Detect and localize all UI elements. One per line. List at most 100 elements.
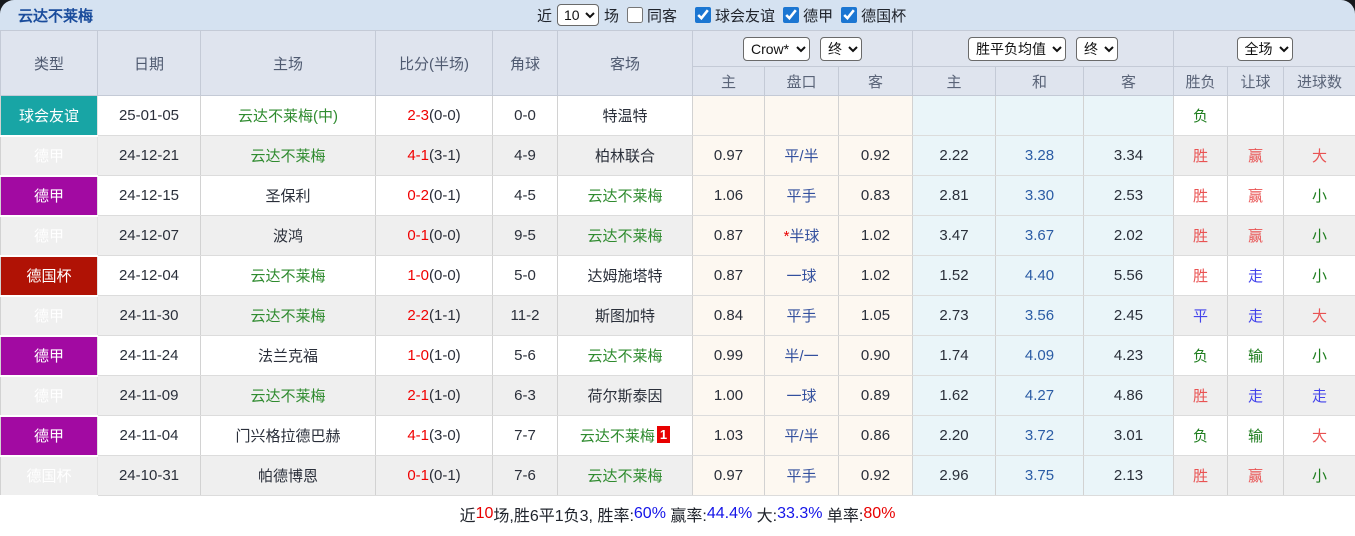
big-rate-label: 大: bbox=[752, 508, 778, 525]
home-team[interactable]: 波鸿 bbox=[200, 215, 376, 256]
goals-result-cell: 小 bbox=[1283, 175, 1355, 216]
away-team[interactable]: 云达不莱梅 bbox=[557, 335, 693, 376]
corner-cell: 4-5 bbox=[492, 175, 558, 216]
crow-home-odds: 1.03 bbox=[692, 415, 765, 456]
team-title: 云达不莱梅 bbox=[18, 7, 94, 25]
same-venue-checkbox[interactable] bbox=[627, 7, 644, 23]
bundesliga-filter-label[interactable]: 德甲 bbox=[803, 5, 833, 26]
avg-home-odds: 1.74 bbox=[912, 335, 996, 376]
odds-company-select[interactable]: Crow* bbox=[743, 36, 810, 61]
friendly-filter-checkbox[interactable] bbox=[695, 7, 712, 23]
result-cell: 负 bbox=[1173, 95, 1229, 136]
handicap-result-cell: 走 bbox=[1227, 255, 1285, 296]
home-team[interactable]: 云达不莱梅 bbox=[200, 295, 376, 336]
avg-away-odds: 4.23 bbox=[1083, 335, 1175, 376]
result-cell: 胜 bbox=[1173, 455, 1229, 496]
score-cell: 2-1(1-0) bbox=[375, 375, 493, 416]
avg-away-odds: 2.53 bbox=[1083, 175, 1175, 216]
score-cell: 0-1(0-1) bbox=[375, 455, 493, 496]
goals-result-cell: 小 bbox=[1283, 255, 1355, 296]
stats-summary: 近 10 场,胜6平1负3, 胜率: 60% 赢率: 44.4% 大: 33.3% 单率:… bbox=[0, 496, 1355, 532]
full-score: 2-3 bbox=[407, 107, 429, 124]
corner-cell: 9-5 bbox=[492, 215, 558, 256]
table-row: 德国杯 24-12-04 云达不莱梅 1-0(0-0) 5-0 达姆施塔特 0.… bbox=[0, 255, 1355, 297]
avg-draw-odds: 3.56 bbox=[995, 295, 1084, 336]
full-score: 0-2 bbox=[407, 187, 429, 204]
handicap-cell: 平/半 bbox=[764, 135, 839, 176]
home-team[interactable]: 帕德博恩 bbox=[200, 455, 376, 496]
avg-away-odds: 3.01 bbox=[1083, 415, 1175, 456]
home-team[interactable]: 门兴格拉德巴赫 bbox=[200, 415, 376, 456]
half-score: (1-0) bbox=[429, 347, 461, 364]
sub-header-result: 胜负 bbox=[1173, 66, 1229, 96]
scope-select[interactable]: 全场 bbox=[1236, 36, 1293, 61]
sub-header-avg-away: 客 bbox=[1082, 66, 1175, 96]
date-cell: 24-11-30 bbox=[97, 295, 201, 336]
half-score: (0-0) bbox=[429, 227, 461, 244]
away-team[interactable]: 云达不莱梅 bbox=[557, 215, 693, 256]
handicap-cell: 一球 bbox=[764, 255, 839, 296]
home-team[interactable]: 圣保利 bbox=[200, 175, 376, 216]
home-team[interactable]: 云达不莱梅(中) bbox=[200, 95, 376, 136]
col-header-score: 比分(半场) bbox=[375, 30, 493, 96]
german-cup-filter-label[interactable]: 德国杯 bbox=[861, 5, 906, 26]
recent-count-select[interactable]: 10 bbox=[557, 4, 600, 26]
avg-draw-odds: 4.40 bbox=[995, 255, 1084, 296]
crow-away-odds bbox=[838, 95, 913, 136]
german-cup-filter-checkbox[interactable] bbox=[841, 7, 858, 23]
score-cell: 2-2(1-1) bbox=[375, 295, 493, 336]
avg-company-select[interactable]: 胜平负均值 bbox=[968, 36, 1066, 61]
home-team[interactable]: 法兰克福 bbox=[200, 335, 376, 376]
home-team[interactable]: 云达不莱梅 bbox=[200, 375, 376, 416]
crow-home-odds: 0.99 bbox=[692, 335, 765, 376]
avg-draw-odds: 3.30 bbox=[995, 175, 1084, 216]
league-type-cell: 德甲 bbox=[0, 215, 98, 257]
avg-home-odds: 2.73 bbox=[912, 295, 996, 336]
avg-draw-odds: 3.67 bbox=[995, 215, 1084, 256]
avg-time-select[interactable]: 终 bbox=[1076, 36, 1118, 61]
date-cell: 24-11-09 bbox=[97, 375, 201, 416]
home-team[interactable]: 云达不莱梅 bbox=[200, 135, 376, 176]
crow-away-odds: 0.90 bbox=[838, 335, 913, 376]
result-cell: 胜 bbox=[1173, 255, 1229, 296]
date-cell: 24-11-24 bbox=[97, 335, 201, 376]
result-cell: 平 bbox=[1173, 295, 1229, 336]
sub-header-crow-away: 客 bbox=[838, 66, 913, 96]
away-team[interactable]: 荷尔斯泰因 bbox=[557, 375, 693, 416]
away-team[interactable]: 云达不莱梅 bbox=[557, 455, 693, 496]
league-type-cell: 德国杯 bbox=[0, 255, 98, 297]
home-team[interactable]: 云达不莱梅 bbox=[200, 255, 376, 296]
full-score: 1-0 bbox=[407, 347, 429, 364]
away-team[interactable]: 达姆施塔特 bbox=[557, 255, 693, 296]
crow-away-odds: 0.92 bbox=[838, 455, 913, 496]
summary-record: 场,胜6平1负3, bbox=[493, 508, 598, 525]
avg-away-odds: 5.56 bbox=[1083, 255, 1175, 296]
odds-time-select[interactable]: 终 bbox=[820, 36, 862, 61]
date-cell: 25-01-05 bbox=[97, 95, 201, 136]
avg-draw-odds: 3.28 bbox=[995, 135, 1084, 176]
handicap-rate-value: 44.4% bbox=[706, 505, 753, 522]
away-team[interactable]: 柏林联合 bbox=[557, 135, 693, 176]
card-badge: 1 bbox=[656, 426, 671, 443]
same-venue-label[interactable]: 同客 bbox=[647, 5, 677, 26]
avg-draw-odds: 3.72 bbox=[995, 415, 1084, 456]
league-type-cell: 德甲 bbox=[0, 135, 98, 177]
friendly-filter-label[interactable]: 球会友谊 bbox=[715, 5, 775, 26]
result-cell: 胜 bbox=[1173, 375, 1229, 416]
avg-draw-odds: 3.75 bbox=[995, 455, 1084, 496]
avg-away-odds: 2.13 bbox=[1083, 455, 1175, 496]
league-type-cell: 德甲 bbox=[0, 335, 98, 377]
away-team[interactable]: 云达不莱梅 bbox=[557, 175, 693, 216]
goals-result-cell: 小 bbox=[1283, 455, 1355, 496]
avg-away-odds: 2.45 bbox=[1083, 295, 1175, 336]
away-team[interactable]: 云达不莱梅 1 bbox=[557, 415, 693, 456]
avg-draw-odds: 4.09 bbox=[995, 335, 1084, 376]
league-type-cell: 德甲 bbox=[0, 295, 98, 337]
away-team[interactable]: 斯图加特 bbox=[557, 295, 693, 336]
handicap-result-cell: 赢 bbox=[1227, 175, 1285, 216]
avg-draw-odds: 4.27 bbox=[995, 375, 1084, 416]
full-score: 1-0 bbox=[407, 267, 429, 284]
bundesliga-filter-checkbox[interactable] bbox=[783, 7, 800, 23]
away-team[interactable]: 特温特 bbox=[557, 95, 693, 136]
avg-away-odds: 4.86 bbox=[1083, 375, 1175, 416]
